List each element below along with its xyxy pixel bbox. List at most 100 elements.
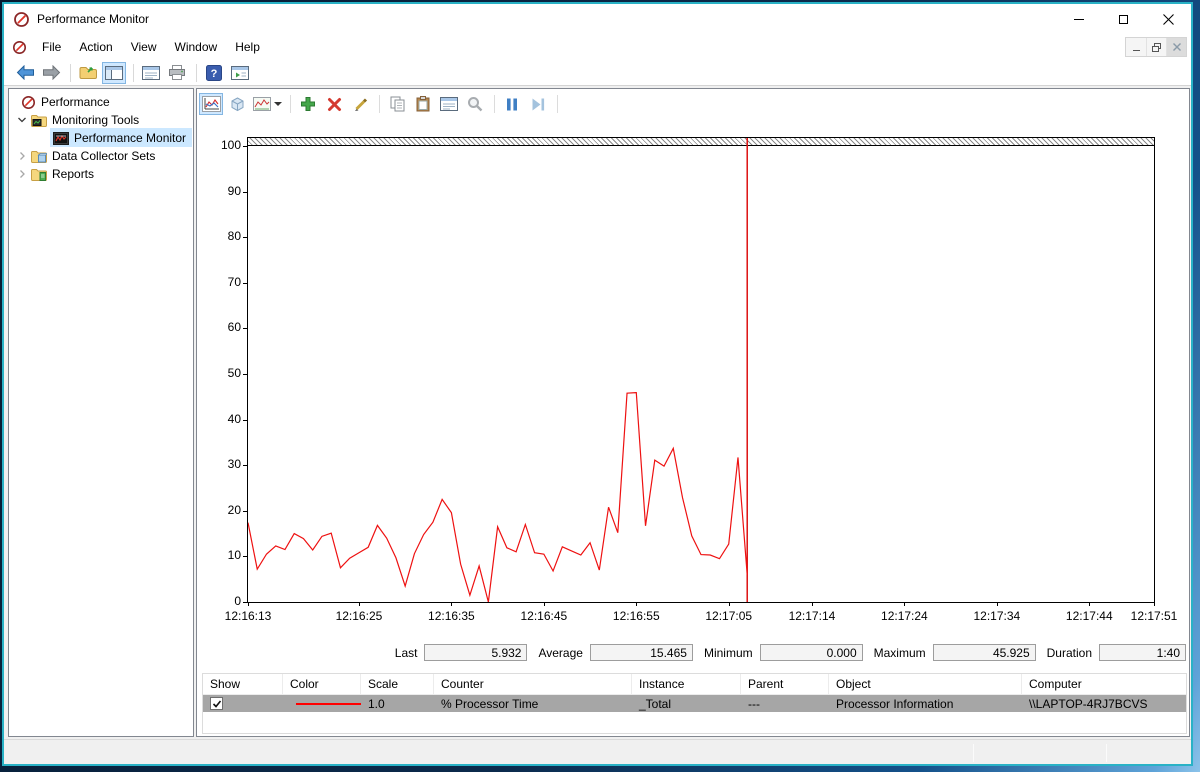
menu-bar: File Action View Window Help bbox=[4, 34, 1191, 60]
mdi-minimize-button[interactable] bbox=[1126, 38, 1146, 56]
x-tick-label: 12:16:25 bbox=[335, 609, 383, 623]
graph-toolbar bbox=[199, 91, 563, 117]
performance-monitor-icon bbox=[53, 131, 69, 145]
title-bar[interactable]: Performance Monitor bbox=[4, 4, 1191, 34]
x-tick bbox=[1154, 603, 1155, 606]
mdi-minimize-icon bbox=[1132, 49, 1140, 51]
header-show[interactable]: Show bbox=[203, 674, 283, 694]
mdi-close-button[interactable] bbox=[1166, 38, 1186, 56]
maximum-label: Maximum bbox=[873, 645, 926, 660]
perfmon-logo-icon bbox=[14, 11, 29, 27]
header-object[interactable]: Object bbox=[829, 674, 1022, 694]
header-counter[interactable]: Counter bbox=[434, 674, 632, 694]
delete-x-icon bbox=[327, 97, 341, 111]
x-tick-label: 12:17:34 bbox=[973, 609, 1021, 623]
duration-label: Duration bbox=[1046, 645, 1092, 660]
mdi-restore-button[interactable] bbox=[1146, 38, 1166, 56]
x-tick bbox=[728, 603, 730, 606]
add-counter-button[interactable] bbox=[296, 93, 320, 115]
show-console-tree-button[interactable] bbox=[102, 61, 126, 84]
action-pane-icon bbox=[231, 65, 249, 80]
back-arrow-icon bbox=[16, 65, 34, 80]
copy-properties-button[interactable] bbox=[385, 93, 409, 115]
x-tick-label: 12:17:24 bbox=[881, 609, 928, 623]
legend-header-row: Show Color Scale Counter Instance Parent… bbox=[203, 674, 1186, 695]
chevron-right-icon bbox=[20, 170, 25, 178]
chart-plot-area[interactable] bbox=[247, 137, 1155, 603]
back-button[interactable] bbox=[13, 62, 37, 84]
zoom-button[interactable] bbox=[463, 93, 487, 115]
maximize-button[interactable] bbox=[1101, 4, 1146, 34]
menu-window[interactable]: Window bbox=[166, 36, 227, 58]
tree-root-label: Performance bbox=[41, 95, 110, 109]
statusbar-divider bbox=[1106, 744, 1107, 762]
header-color[interactable]: Color bbox=[283, 674, 361, 694]
processor-time-series-line bbox=[248, 391, 748, 602]
x-tick-label: 12:17:51 bbox=[1130, 609, 1178, 623]
counter-legend-table: Show Color Scale Counter Instance Parent… bbox=[202, 673, 1187, 734]
mdi-restore-icon bbox=[1152, 42, 1161, 52]
header-parent-label: Parent bbox=[748, 677, 784, 691]
header-computer-label: Computer bbox=[1029, 677, 1082, 691]
main-toolbar: ? bbox=[4, 60, 1191, 86]
performance-monitor-window: Performance Monitor File Action View Win… bbox=[2, 2, 1193, 766]
chevron-right-icon bbox=[20, 152, 25, 160]
minimize-button[interactable] bbox=[1056, 4, 1101, 34]
forward-button[interactable] bbox=[39, 62, 63, 84]
print-button[interactable] bbox=[165, 62, 189, 84]
delete-counter-button[interactable] bbox=[322, 93, 346, 115]
x-tick bbox=[248, 603, 249, 606]
header-parent[interactable]: Parent bbox=[741, 674, 829, 694]
x-tick bbox=[543, 603, 545, 606]
chart-canvas bbox=[248, 138, 748, 602]
freeze-display-button[interactable] bbox=[500, 93, 524, 115]
last-value: 5.932 bbox=[424, 644, 528, 661]
x-tick-label: 12:16:13 bbox=[224, 609, 272, 623]
x-tick bbox=[451, 603, 453, 606]
header-scale-label: Scale bbox=[368, 677, 399, 691]
folder-export-icon bbox=[79, 67, 97, 79]
menu-action[interactable]: Action bbox=[70, 36, 121, 58]
header-instance[interactable]: Instance bbox=[632, 674, 741, 694]
add-plus-icon bbox=[301, 97, 315, 111]
chevron-down-icon bbox=[18, 117, 26, 123]
tree-root-performance[interactable]: Performance bbox=[21, 93, 110, 111]
last-label: Last bbox=[394, 645, 418, 660]
tree-item-reports[interactable]: Reports bbox=[17, 165, 94, 183]
tree-item-monitoring-tools[interactable]: Monitoring Tools bbox=[17, 111, 139, 129]
change-graph-type-button[interactable] bbox=[251, 93, 283, 115]
counter-row[interactable]: 1.0 % Processor Time _Total --- Processo… bbox=[203, 695, 1186, 712]
header-computer[interactable]: Computer bbox=[1022, 674, 1186, 694]
average-value: 15.465 bbox=[589, 644, 693, 661]
highlight-button[interactable] bbox=[348, 93, 372, 115]
update-data-button[interactable] bbox=[526, 93, 550, 115]
toolbar-separator bbox=[379, 95, 380, 113]
export-list-button[interactable] bbox=[76, 62, 100, 84]
pause-icon bbox=[507, 98, 517, 110]
highlight-pen-icon bbox=[354, 97, 367, 111]
properties-window-icon bbox=[440, 97, 458, 111]
help-button[interactable]: ? bbox=[202, 62, 226, 84]
mdi-close-icon bbox=[1172, 43, 1181, 51]
menu-help[interactable]: Help bbox=[226, 36, 269, 58]
menu-view[interactable]: View bbox=[122, 36, 166, 58]
show-checkbox[interactable] bbox=[210, 697, 223, 710]
toolbar-separator bbox=[133, 63, 134, 82]
console-window-button[interactable] bbox=[139, 62, 163, 84]
console-tree-icon bbox=[105, 65, 123, 80]
x-tick-label: 12:17:44 bbox=[1065, 609, 1113, 623]
svg-text:?: ? bbox=[211, 68, 218, 80]
paste-counter-list-button[interactable] bbox=[411, 93, 435, 115]
tree-item-performance-monitor[interactable]: Performance Monitor bbox=[53, 129, 186, 147]
average-label: Average bbox=[538, 645, 583, 660]
properties-button[interactable] bbox=[437, 93, 461, 115]
header-scale[interactable]: Scale bbox=[361, 674, 434, 694]
tree-item-data-collector-sets[interactable]: Data Collector Sets bbox=[17, 147, 155, 165]
show-action-pane-button[interactable] bbox=[228, 62, 252, 84]
parent-value: --- bbox=[748, 696, 760, 711]
menu-file[interactable]: File bbox=[33, 36, 70, 58]
tree-item-label: Reports bbox=[52, 167, 95, 181]
x-tick bbox=[636, 603, 638, 606]
close-button[interactable] bbox=[1146, 4, 1191, 34]
statusbar-divider bbox=[973, 744, 974, 762]
